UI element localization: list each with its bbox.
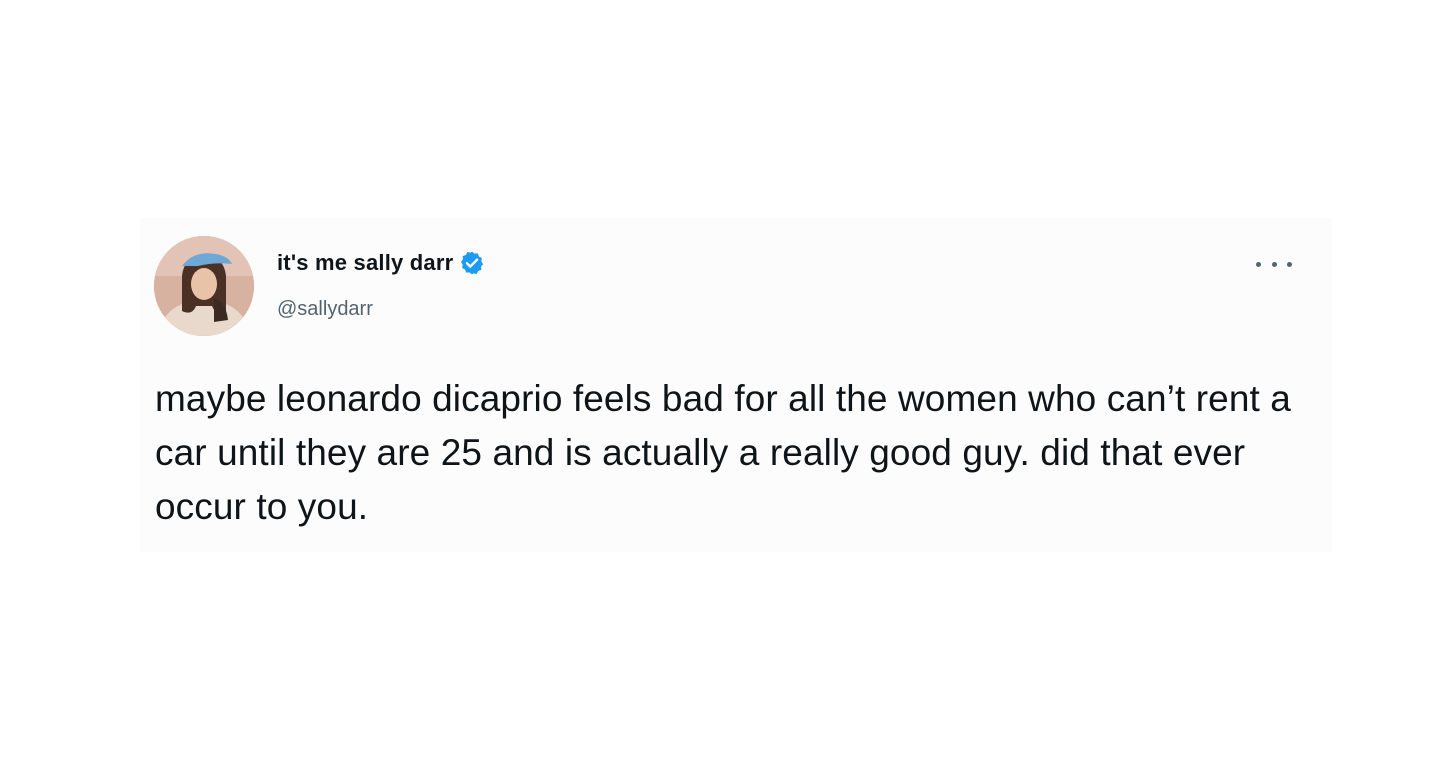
page: it's me sally darr @sallydarr maybe leon… (0, 0, 1452, 780)
verified-badge-icon (459, 250, 485, 276)
more-dot (1271, 261, 1277, 267)
display-name[interactable]: it's me sally darr (277, 250, 453, 276)
avatar[interactable] (154, 236, 254, 336)
user-handle[interactable]: @sallydarr (277, 298, 373, 321)
more-options-icon[interactable] (1256, 254, 1292, 274)
tweet-card: it's me sally darr @sallydarr maybe leon… (140, 218, 1332, 552)
more-dot (1287, 261, 1292, 267)
avatar-photo-icon (154, 236, 254, 336)
display-name-row: it's me sally darr (277, 248, 485, 278)
more-dot (1256, 261, 1261, 267)
tweet-text: maybe leonardo dicaprio feels bad for al… (155, 378, 1291, 527)
